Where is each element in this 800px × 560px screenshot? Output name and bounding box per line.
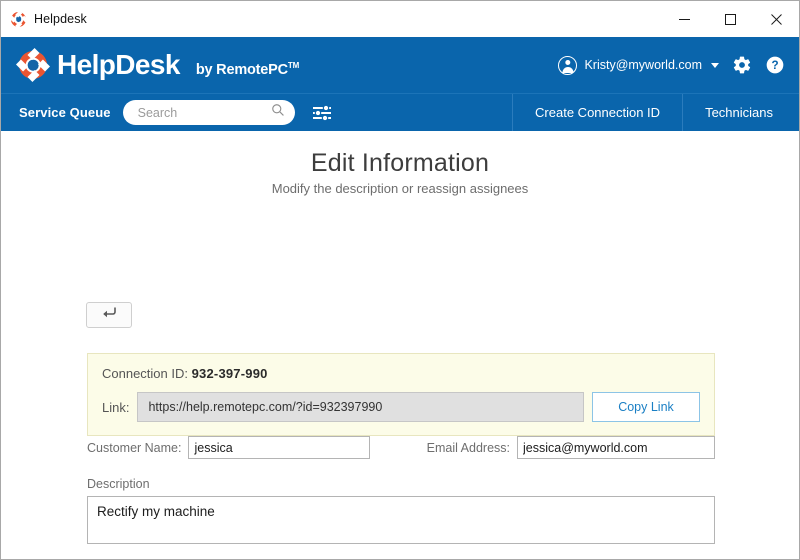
tab-create-connection-id[interactable]: Create Connection ID (512, 94, 682, 131)
title-bar: Helpdesk (1, 1, 799, 37)
tab-label: Technicians (705, 105, 773, 120)
svg-text:?: ? (771, 59, 778, 72)
return-arrow-icon (101, 306, 117, 324)
account-email: Kristy@myworld.com (584, 58, 702, 72)
maximize-icon[interactable] (707, 1, 753, 37)
title-bar-left: Helpdesk (1, 12, 87, 27)
chevron-down-icon (711, 63, 719, 68)
user-avatar-icon (558, 56, 577, 75)
brand-name: HelpDesk (57, 51, 180, 79)
nav-tabs: Create Connection ID Technicians (512, 94, 799, 131)
search-box[interactable] (123, 100, 295, 125)
search-icon[interactable] (271, 103, 285, 122)
link-label: Link: (102, 400, 129, 415)
help-icon[interactable]: ? (765, 55, 785, 75)
lifering-icon (11, 12, 26, 27)
trademark-mark: TM (288, 61, 299, 70)
email-field[interactable] (517, 436, 715, 459)
header-right-group: Kristy@myworld.com ? (558, 55, 785, 75)
link-row: Link: https://help.remotepc.com/?id=9323… (102, 392, 700, 422)
email-group: Email Address: (401, 436, 715, 459)
customer-name-label: Customer Name: (87, 441, 181, 455)
brand-byline-text: by RemotePC (196, 61, 288, 77)
page-title: Edit Information (1, 149, 799, 178)
app-window: Helpdesk HelpDesk by RemotePCTM (0, 0, 800, 560)
link-field[interactable]: https://help.remotepc.com/?id=932397990 (137, 392, 584, 422)
window-title: Helpdesk (34, 12, 87, 26)
nav-left-group: Service Queue (1, 94, 337, 131)
link-value: https://help.remotepc.com/?id=932397990 (148, 400, 382, 414)
page-subtitle: Modify the description or reassign assig… (1, 181, 799, 196)
copy-link-label: Copy Link (618, 400, 674, 414)
tab-label: Create Connection ID (535, 105, 660, 120)
customer-name-input[interactable] (188, 436, 370, 459)
connection-id-row: Connection ID: 932-397-990 (102, 366, 700, 381)
lifering-icon (19, 51, 47, 79)
tab-technicians[interactable]: Technicians (682, 94, 799, 131)
gear-icon[interactable] (732, 55, 752, 75)
copy-link-button[interactable]: Copy Link (592, 392, 700, 422)
minimize-icon[interactable] (661, 1, 707, 37)
name-email-row: Customer Name: Email Address: (87, 436, 715, 459)
account-menu[interactable]: Kristy@myworld.com (558, 56, 719, 75)
brand-header: HelpDesk by RemotePCTM Kristy@myworld.co… (1, 37, 799, 93)
close-icon[interactable] (753, 1, 799, 37)
customer-name-group: Customer Name: (87, 436, 401, 459)
sliders-filter-icon[interactable] (307, 103, 337, 123)
connection-id-value: 932-397-990 (192, 366, 268, 381)
service-queue-label[interactable]: Service Queue (19, 105, 111, 120)
back-button[interactable] (86, 302, 132, 328)
email-label: Email Address: (427, 441, 510, 455)
brand-byline: by RemotePCTM (196, 61, 299, 78)
description-label: Description (87, 477, 715, 491)
page-header: Edit Information Modify the description … (1, 131, 799, 196)
window-controls (661, 1, 799, 37)
connection-id-label: Connection ID: (102, 366, 188, 381)
edit-form: Customer Name: Email Address: Descriptio… (87, 436, 715, 560)
nav-bar: Service Queue (1, 93, 799, 131)
connection-panel: Connection ID: 932-397-990 Link: https:/… (87, 353, 715, 436)
description-textarea[interactable] (87, 496, 715, 544)
search-input[interactable] (136, 105, 271, 121)
main-content: Edit Information Modify the description … (1, 131, 799, 559)
brand-logo-group: HelpDesk by RemotePCTM (19, 51, 299, 79)
